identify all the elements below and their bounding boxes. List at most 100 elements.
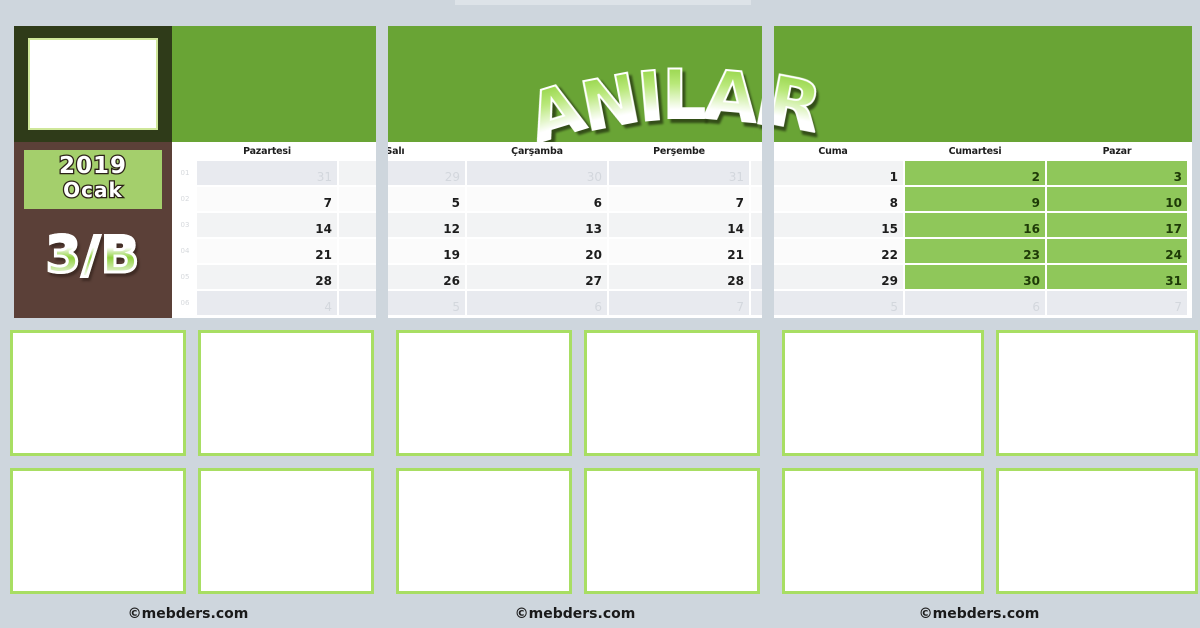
- day-header: Pazar: [1102, 146, 1132, 157]
- day-cell[interactable]: 13: [467, 213, 607, 237]
- week-row: 1111121314151617: [774, 212, 1188, 238]
- month-sidebar: 2019 Ocak 3/B: [14, 142, 172, 318]
- photo-frame[interactable]: [584, 468, 760, 594]
- photo-frame[interactable]: [782, 330, 984, 456]
- day-cell[interactable]: 7: [197, 187, 337, 211]
- day-cell[interactable]: 31: [1047, 265, 1187, 289]
- title-letter: R: [774, 60, 828, 142]
- day-cell[interactable]: 7: [609, 291, 749, 315]
- day-cell[interactable]: 7: [1047, 291, 1187, 315]
- photo-frame[interactable]: [996, 330, 1198, 456]
- day-cell[interactable]: 22: [774, 239, 903, 263]
- day-cell[interactable]: 5: [388, 291, 465, 315]
- day-cell[interactable]: 9: [905, 187, 1045, 211]
- day-cell[interactable]: 6: [905, 291, 1045, 315]
- day-header: Salı: [388, 146, 405, 157]
- photo-frame[interactable]: [198, 468, 374, 594]
- day-cell[interactable]: 27: [467, 265, 607, 289]
- week-rows: 0131123456027891011121303141516171819200…: [174, 160, 376, 316]
- day-cell[interactable]: 20: [467, 239, 607, 263]
- day-cell[interactable]: 22: [751, 239, 762, 263]
- week-row: 0818192021222324: [388, 238, 762, 264]
- card-body: 2019Mart3/BPazartesiSalıÇarşambaPerşembe…: [774, 142, 1192, 318]
- day-cell[interactable]: 22: [339, 239, 376, 263]
- day-cell[interactable]: 3: [1047, 161, 1187, 185]
- day-cell[interactable]: 7: [609, 187, 749, 211]
- calendar-sheet: ANILAR2019Ocak3/BPazartesiSalıÇarşambaPe…: [0, 0, 1200, 628]
- day-cell[interactable]: 8: [339, 187, 376, 211]
- day-cell[interactable]: 14: [609, 213, 749, 237]
- day-cell[interactable]: 1: [751, 265, 762, 289]
- panel-gutter-1: [376, 0, 388, 628]
- day-cell[interactable]: 8: [751, 187, 762, 211]
- photo-frame[interactable]: [396, 330, 572, 456]
- week-row: 0278910111213: [174, 186, 376, 212]
- day-cell[interactable]: 6: [467, 291, 607, 315]
- photo-frame[interactable]: [198, 330, 374, 456]
- day-cell[interactable]: 17: [1047, 213, 1187, 237]
- day-header: Çarşamba: [511, 146, 563, 157]
- header-photo-placeholder[interactable]: [28, 38, 158, 130]
- day-cell[interactable]: 8: [751, 291, 762, 315]
- day-cell[interactable]: 2: [905, 161, 1045, 185]
- day-cell[interactable]: 1: [774, 161, 903, 185]
- day-cell[interactable]: 23: [905, 239, 1045, 263]
- day-cell[interactable]: 28: [609, 265, 749, 289]
- day-cell[interactable]: 16: [905, 213, 1045, 237]
- day-cell[interactable]: 12: [388, 213, 465, 237]
- photo-frame[interactable]: [782, 468, 984, 594]
- week-number: 02: [180, 195, 190, 203]
- day-cell[interactable]: 29: [388, 161, 465, 185]
- day-cell[interactable]: 19: [388, 239, 465, 263]
- day-cell[interactable]: 30: [905, 265, 1045, 289]
- title-area: ANILAR: [172, 26, 376, 142]
- photo-frame[interactable]: [396, 468, 572, 594]
- day-cell[interactable]: 24: [1047, 239, 1187, 263]
- photo-frame[interactable]: [10, 468, 186, 594]
- title-area: ANILAR: [774, 26, 1192, 142]
- day-cell[interactable]: 6: [467, 187, 607, 211]
- footer-watermark: ©mebders.com: [127, 606, 249, 622]
- day-cell[interactable]: 5: [774, 291, 903, 315]
- day-cell[interactable]: 31: [609, 161, 749, 185]
- day-cell[interactable]: 15: [751, 213, 762, 237]
- day-cell[interactable]: 21: [609, 239, 749, 263]
- title-letter: L: [661, 56, 706, 135]
- day-cell[interactable]: 30: [467, 161, 607, 185]
- day-cell[interactable]: 15: [774, 213, 903, 237]
- photo-frame[interactable]: [10, 330, 186, 456]
- day-cell[interactable]: 26: [388, 265, 465, 289]
- photo-frame[interactable]: [584, 330, 760, 456]
- day-cell[interactable]: 8: [774, 187, 903, 211]
- week-number: 01: [180, 169, 190, 177]
- day-cell[interactable]: 10: [1047, 187, 1187, 211]
- day-cell[interactable]: 29: [774, 265, 903, 289]
- week-row: 1325262728293031: [774, 264, 1188, 290]
- day-cell[interactable]: 21: [197, 239, 337, 263]
- header-photo-frame[interactable]: [14, 26, 172, 142]
- week-row: 0528293031123: [388, 160, 762, 186]
- day-header-row: PazartesiSalıÇarşambaPerşembeCumaCumarte…: [774, 144, 1188, 160]
- day-header-row: PazartesiSalıÇarşambaPerşembeCumaCumarte…: [388, 144, 762, 160]
- week-row: 1045678910: [388, 290, 762, 316]
- day-cell[interactable]: 29: [339, 265, 376, 289]
- month-grid: PazartesiSalıÇarşambaPerşembeCumaCumarte…: [388, 142, 762, 318]
- card-body: 2019Şubat3/BPazartesiSalıÇarşambaPerşemb…: [388, 142, 762, 318]
- day-cell[interactable]: 1: [339, 161, 376, 185]
- day-cell[interactable]: 1: [751, 161, 762, 185]
- photo-frame-grid: [10, 330, 374, 594]
- day-cell[interactable]: 5: [388, 187, 465, 211]
- title-letter: A: [700, 55, 760, 140]
- day-cell[interactable]: 15: [339, 213, 376, 237]
- week-row: 0925262728123: [774, 160, 1188, 186]
- photo-frame[interactable]: [996, 468, 1198, 594]
- anilar-title: ANILAR: [774, 36, 828, 142]
- day-cell[interactable]: 28: [197, 265, 337, 289]
- day-cell[interactable]: 14: [197, 213, 337, 237]
- week-number: 05: [180, 273, 190, 281]
- day-cell[interactable]: 4: [197, 291, 337, 315]
- day-cell[interactable]: 5: [339, 291, 376, 315]
- month-label: Ocak: [62, 177, 123, 204]
- day-cell[interactable]: 31: [197, 161, 337, 185]
- day-header: Salı: [338, 144, 376, 160]
